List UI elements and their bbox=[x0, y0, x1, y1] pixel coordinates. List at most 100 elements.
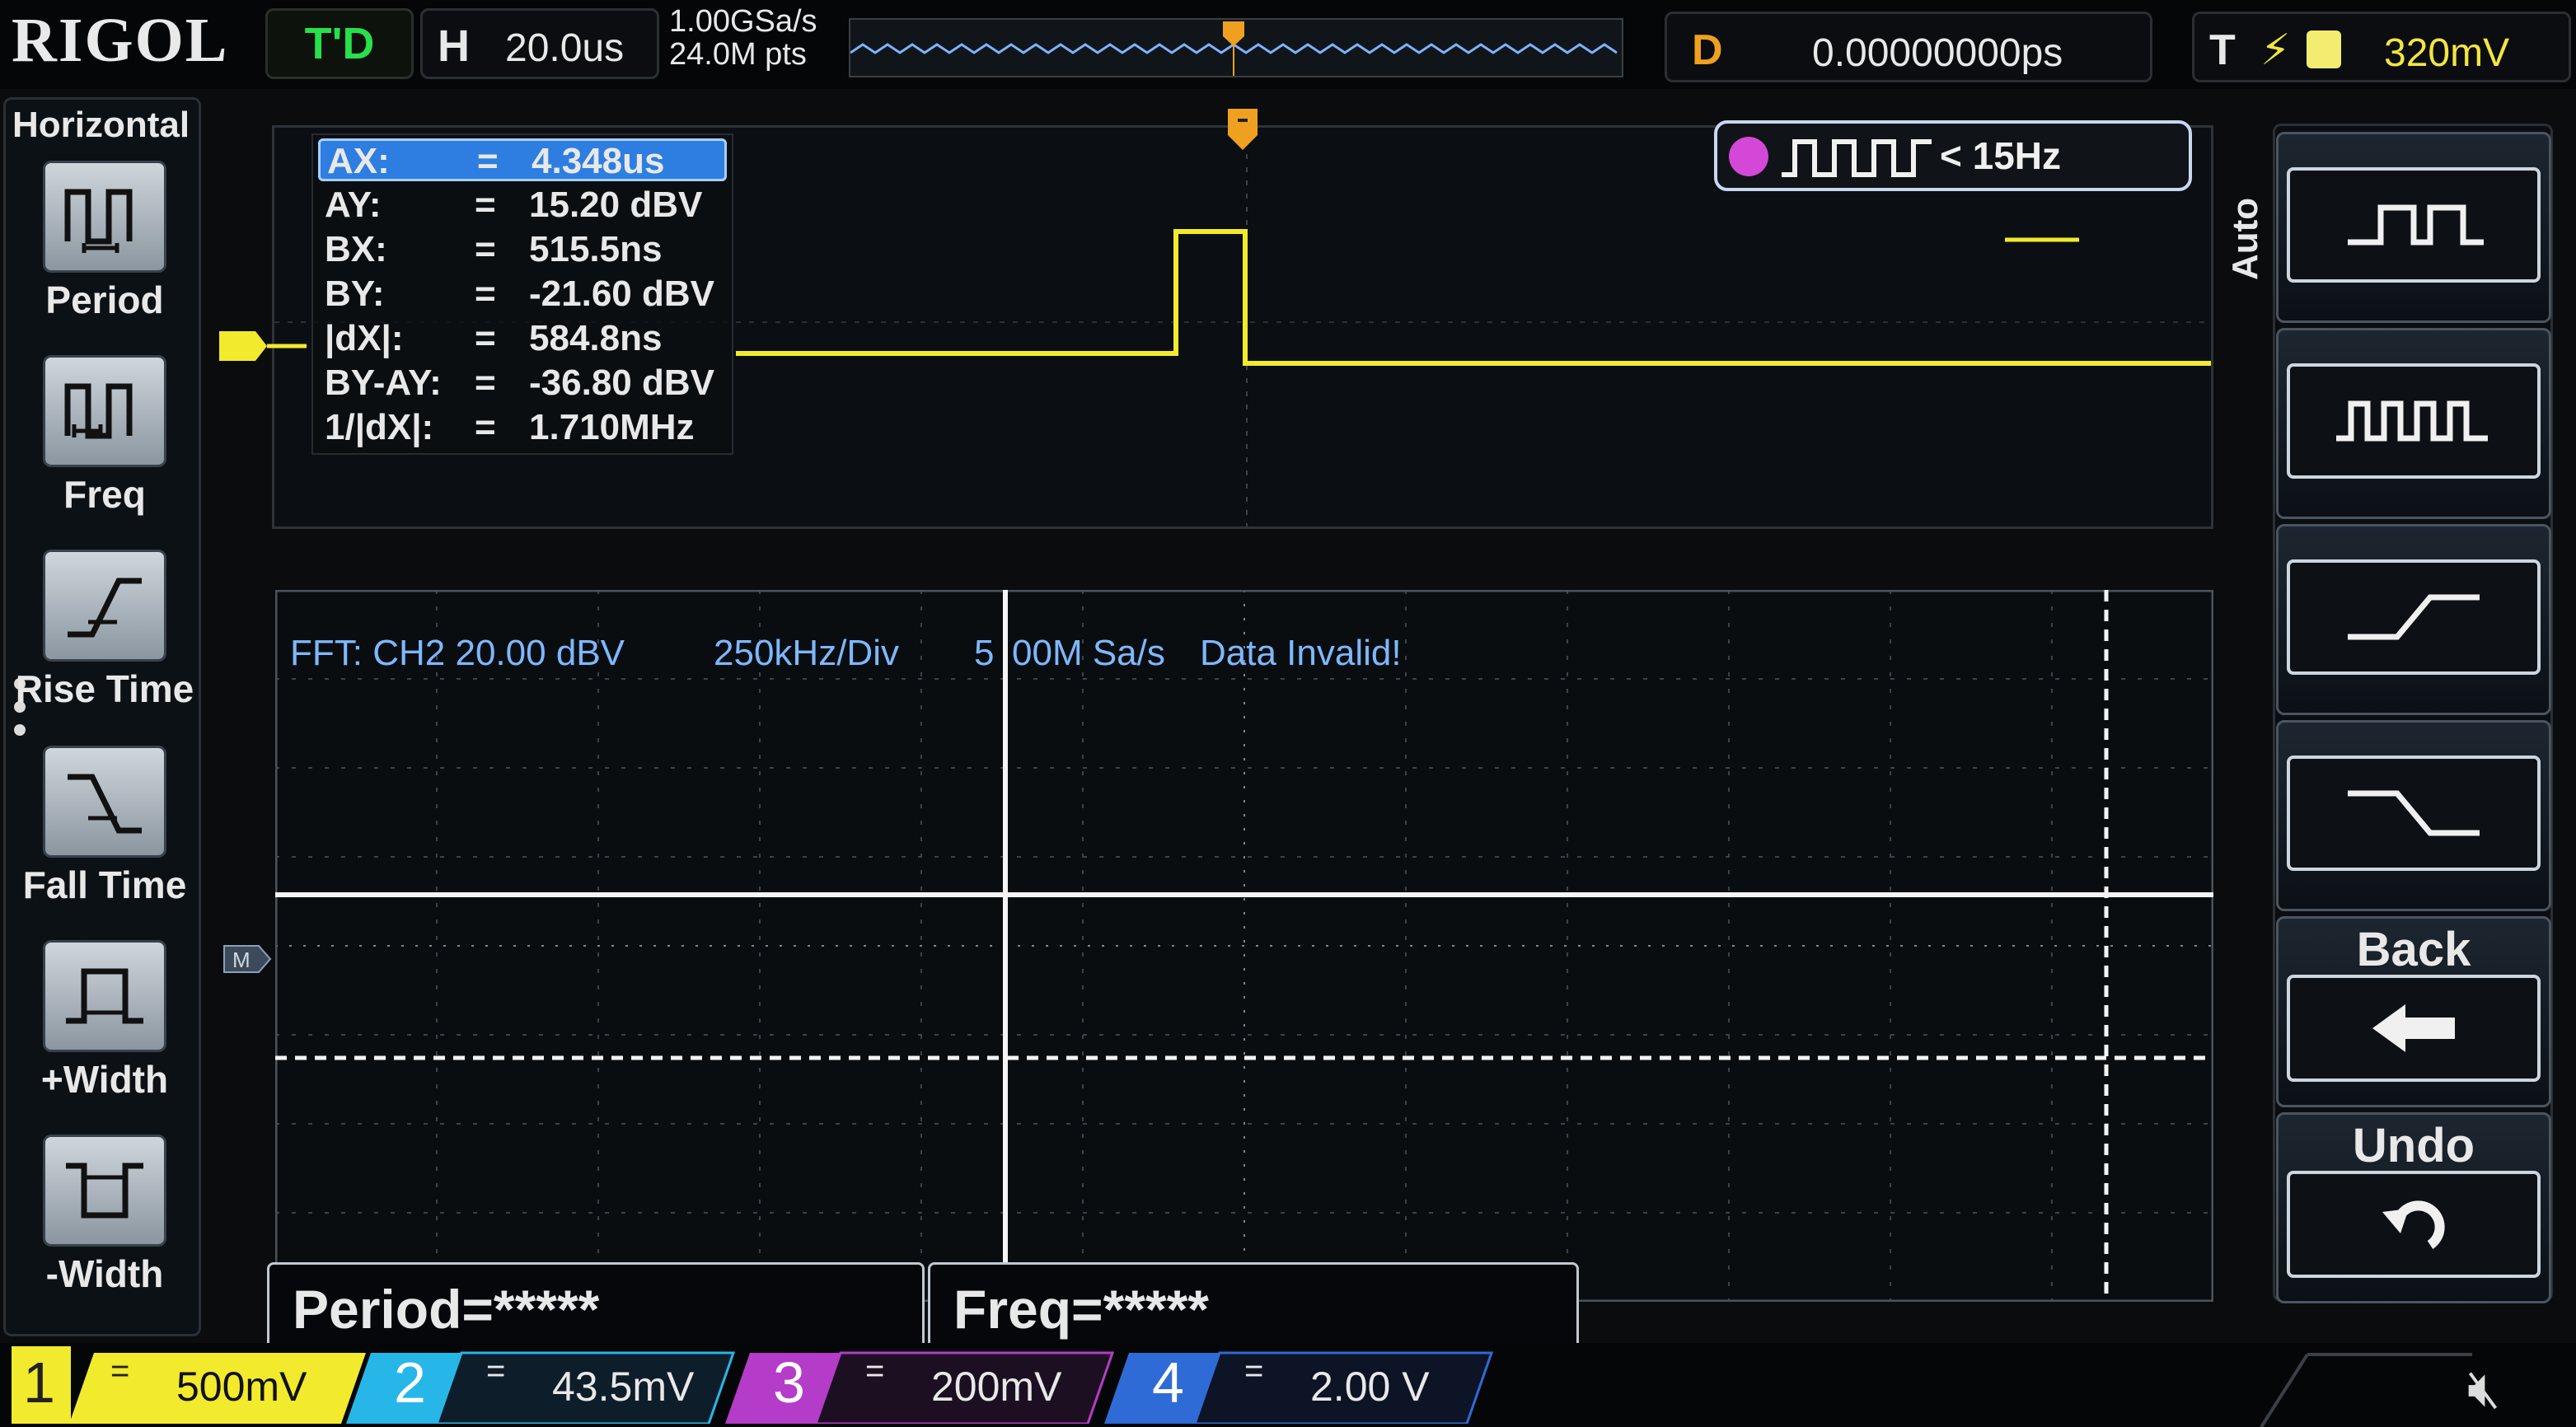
measurement-period[interactable]: Period=***** bbox=[267, 1262, 925, 1351]
channel-4-status[interactable]: 4 = 2.00 V bbox=[1104, 1346, 1516, 1424]
cursor-equals: = bbox=[475, 229, 496, 269]
single-pulse-icon bbox=[2287, 167, 2541, 283]
cursor-equals: = bbox=[477, 141, 499, 181]
cursor-row-ay: AY: = 15.20 dBV bbox=[318, 185, 727, 227]
menu-item-period[interactable]: Period bbox=[6, 161, 204, 322]
cursor-row-by: BY: = -21.60 dBV bbox=[318, 274, 727, 316]
channel-scale: 200mV bbox=[931, 1364, 1062, 1410]
coupling-icon: = bbox=[110, 1353, 130, 1389]
softkey-falling-edge[interactable] bbox=[2276, 720, 2551, 911]
menu-item-positive-width[interactable]: +Width bbox=[6, 940, 204, 1102]
menu-item-label: Freq bbox=[63, 473, 146, 516]
math-channel-marker[interactable]: M bbox=[222, 944, 272, 974]
falling-edge-icon bbox=[2287, 756, 2541, 871]
status-tab-outline bbox=[2260, 1353, 2472, 1427]
negative-width-icon[interactable] bbox=[43, 1135, 166, 1247]
channel-scale: 43.5mV bbox=[552, 1364, 695, 1410]
sample-rate: 1.00GSa/s bbox=[669, 4, 817, 39]
memory-depth: 24.0M pts bbox=[669, 37, 807, 72]
auto-tab[interactable]: Auto bbox=[2225, 198, 2266, 280]
cursor-key: |dX|: bbox=[325, 318, 404, 358]
softkey-undo[interactable]: Undo bbox=[2276, 1112, 2551, 1303]
math-marker-label: M bbox=[232, 947, 251, 972]
trigger-box[interactable]: T ⚡ 320mV bbox=[2192, 12, 2571, 82]
menu-item-negative-width[interactable]: -Width bbox=[6, 1135, 204, 1296]
menu-item-label: Rise Time bbox=[15, 667, 194, 710]
trigger-level: 320mV bbox=[2384, 31, 2510, 75]
fft-graticule bbox=[274, 589, 2214, 1303]
pulse-train-icon bbox=[1782, 139, 1932, 177]
undo-title: Undo bbox=[2352, 1119, 2475, 1172]
horizontal-timebase[interactable]: H 20.0us bbox=[420, 8, 659, 79]
cursor-equals: = bbox=[475, 185, 496, 225]
measurement-freq[interactable]: Freq=***** bbox=[928, 1262, 1579, 1351]
fft-title: FFT: bbox=[290, 633, 363, 673]
cursor-key: AY: bbox=[325, 185, 382, 225]
fft-span: 250kHz/Div bbox=[714, 633, 899, 673]
timebase-value: 20.0us bbox=[505, 26, 625, 70]
positive-width-icon[interactable] bbox=[43, 940, 166, 1052]
menu-title: Horizontal bbox=[12, 105, 190, 145]
cursor-row-dy: BY-AY: = -36.80 dBV bbox=[318, 363, 727, 405]
channel-number: 2 bbox=[394, 1350, 426, 1415]
coupling-icon: = bbox=[865, 1353, 885, 1389]
softkey-single-pulse[interactable] bbox=[2276, 132, 2551, 323]
menu-item-label: Period bbox=[45, 278, 164, 321]
channel-2-status[interactable]: 2 = 43.5mV bbox=[346, 1346, 758, 1424]
softkey-rising-edge[interactable] bbox=[2276, 524, 2551, 715]
cursor-key: AX: bbox=[327, 141, 390, 181]
channel-number: 1 bbox=[23, 1350, 55, 1415]
cursor-value: 584.8ns bbox=[529, 318, 663, 358]
channel-1-status[interactable]: 1 = 500mV bbox=[12, 1346, 366, 1424]
channel-scale: 2.00 V bbox=[1310, 1364, 1430, 1410]
cursor-row-ax[interactable]: AX: = 4.348us bbox=[318, 138, 727, 181]
speaker-mute-icon[interactable]: 🔇︎ bbox=[2467, 1358, 2500, 1420]
horizontal-label: H bbox=[438, 21, 470, 71]
trigger-filter-badge[interactable]: < 15Hz bbox=[1714, 120, 2192, 191]
cursor-key: BX: bbox=[325, 229, 387, 269]
fall-time-icon[interactable] bbox=[43, 746, 166, 858]
channel-3-status[interactable]: 3 = 200mV bbox=[725, 1346, 1137, 1424]
softkey-back[interactable]: Back bbox=[2276, 916, 2551, 1107]
ch1-ground-marker[interactable] bbox=[216, 328, 307, 366]
cursor-key: BY-AY: bbox=[325, 363, 442, 403]
cursor-key: BY: bbox=[325, 274, 385, 314]
trigger-position-icon[interactable] bbox=[1226, 107, 1259, 166]
cursor-value: -21.60 dBV bbox=[529, 274, 714, 314]
fft-window[interactable] bbox=[274, 589, 2214, 1303]
run-state-badge[interactable]: T'D bbox=[265, 8, 414, 79]
fft-sample-rate: 00M Sa/s bbox=[1012, 633, 1165, 673]
measurement-label: Freq=***** bbox=[953, 1279, 1209, 1340]
menu-item-rise-time[interactable]: Rise Time bbox=[6, 550, 204, 711]
rise-time-icon[interactable] bbox=[43, 550, 166, 662]
channel-number: 3 bbox=[773, 1350, 805, 1415]
frequency-measure-icon[interactable] bbox=[43, 355, 166, 467]
memory-waveform-icon bbox=[850, 21, 1618, 76]
cursor-value: -36.80 dBV bbox=[529, 363, 714, 403]
period-measure-icon[interactable] bbox=[43, 161, 166, 273]
coupling-icon: = bbox=[1244, 1353, 1264, 1389]
cursor-row-dx: |dX|: = 584.8ns bbox=[318, 318, 727, 361]
delay-box[interactable]: D 0.00000000ps bbox=[1665, 12, 2152, 82]
acquisition-info: 1.00GSa/s 24.0M pts bbox=[669, 5, 817, 71]
menu-item-freq[interactable]: Freq bbox=[6, 355, 204, 517]
cursor-equals: = bbox=[475, 407, 496, 447]
cursor-key: 1/|dX|: bbox=[325, 407, 434, 447]
cursor-readout-table: AX: = 4.348us AY: = 15.20 dBV BX: = 515.… bbox=[311, 133, 733, 455]
delay-value: 0.00000000ps bbox=[1812, 31, 2063, 75]
cursor-equals: = bbox=[475, 363, 496, 403]
trigger-source-icon bbox=[2307, 30, 2341, 68]
trigger-label: T bbox=[2209, 26, 2236, 74]
delay-label: D bbox=[1692, 26, 1723, 74]
cursor-value: 15.20 dBV bbox=[529, 185, 703, 225]
channel-scale: 500mV bbox=[176, 1364, 307, 1410]
measurement-label: Period=***** bbox=[293, 1279, 600, 1340]
memory-overview-strip[interactable] bbox=[849, 18, 1623, 77]
cursor-equals: = bbox=[475, 318, 496, 358]
channel-number: 4 bbox=[1152, 1350, 1184, 1415]
cursor-row-inv-dx: 1/|dX|: = 1.710MHz bbox=[318, 407, 727, 450]
horizontal-measure-menu: Horizontal Period Freq Rise Time Fall Ti… bbox=[3, 97, 201, 1336]
softkey-pulse-train[interactable] bbox=[2276, 328, 2551, 519]
cursor-value: 4.348us bbox=[532, 141, 665, 181]
menu-item-fall-time[interactable]: Fall Time bbox=[6, 746, 204, 907]
